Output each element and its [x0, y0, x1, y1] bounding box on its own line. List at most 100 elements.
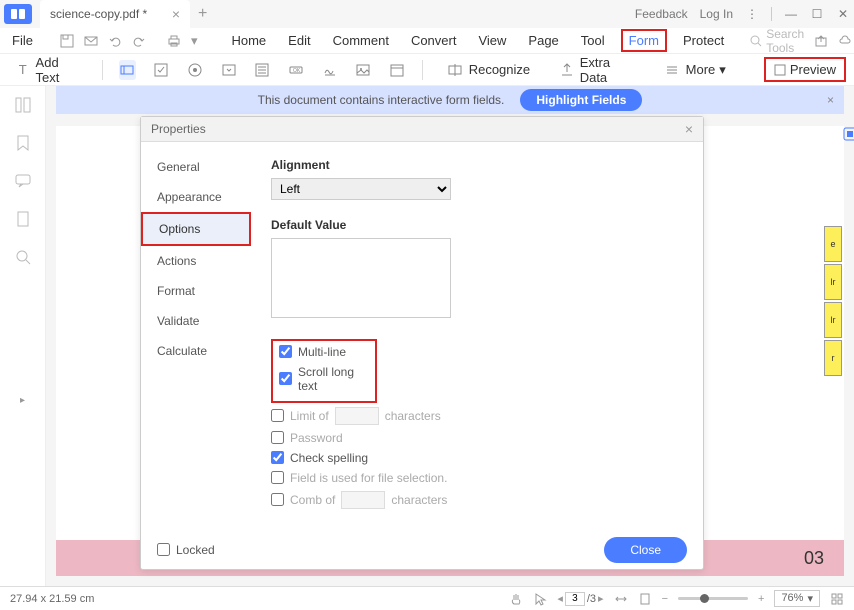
save-icon[interactable]: [59, 33, 75, 49]
limit-of-input[interactable]: [335, 407, 379, 425]
banner-close-icon[interactable]: ×: [827, 93, 834, 107]
expand-rail-icon[interactable]: ▸: [20, 395, 25, 406]
nav-appearance[interactable]: Appearance: [141, 182, 251, 212]
scroll-long-checkbox[interactable]: [279, 372, 292, 385]
dropdown-field-icon[interactable]: [220, 60, 238, 80]
nav-validate[interactable]: Validate: [141, 306, 251, 336]
hand-tool-icon[interactable]: [509, 592, 523, 606]
kebab-icon[interactable]: ⋮: [745, 7, 759, 21]
checkbox-field-icon[interactable]: [152, 60, 170, 80]
default-value-textarea[interactable]: [271, 238, 451, 318]
comment-icon[interactable]: [14, 172, 32, 190]
feedback-link[interactable]: Feedback: [635, 7, 688, 21]
locked-checkbox[interactable]: [157, 543, 170, 556]
menu-page[interactable]: Page: [522, 31, 564, 50]
highlight-fields-button[interactable]: Highlight Fields: [520, 89, 642, 111]
menu-protect[interactable]: Protect: [677, 31, 730, 50]
document-tab[interactable]: science-copy.pdf * ×: [40, 0, 190, 28]
check-spelling-checkbox[interactable]: [271, 451, 284, 464]
search-tools[interactable]: Search Tools: [750, 27, 804, 55]
menu-view[interactable]: View: [472, 31, 512, 50]
preview-button[interactable]: Preview: [764, 57, 846, 82]
mail-icon[interactable]: [83, 33, 99, 49]
zoom-thumb[interactable]: [700, 594, 709, 603]
password-check[interactable]: Password: [271, 431, 683, 445]
close-window-icon[interactable]: ✕: [836, 7, 850, 21]
scroll-long-check[interactable]: Scroll long text: [279, 365, 369, 393]
menu-form[interactable]: Form: [621, 29, 667, 52]
page-input[interactable]: [565, 592, 585, 606]
date-field-icon[interactable]: [388, 60, 406, 80]
field-file-check[interactable]: Field is used for file selection.: [271, 471, 683, 485]
undo-icon[interactable]: [107, 33, 123, 49]
button-field-icon[interactable]: OK: [287, 60, 305, 80]
prev-page-icon[interactable]: ◂: [557, 592, 563, 605]
dialog-close-icon[interactable]: ×: [685, 121, 693, 137]
share-icon[interactable]: [814, 33, 828, 49]
locked-check[interactable]: Locked: [157, 543, 215, 557]
zoom-in-icon[interactable]: +: [758, 593, 764, 605]
zoom-slider[interactable]: [678, 597, 748, 600]
close-button[interactable]: Close: [604, 537, 687, 563]
recognize-button[interactable]: Recognize: [439, 57, 536, 83]
page-number: 03: [804, 548, 824, 569]
menu-comment[interactable]: Comment: [327, 31, 395, 50]
menu-file[interactable]: File: [6, 33, 39, 48]
menu-home[interactable]: Home: [225, 31, 272, 50]
titlebar: science-copy.pdf * × + Feedback Log In ⋮…: [0, 0, 854, 28]
dropdown-icon[interactable]: ▾: [191, 33, 198, 49]
tab-close-icon[interactable]: ×: [172, 6, 180, 22]
radio-field-icon[interactable]: [186, 60, 204, 80]
search-rail-icon[interactable]: [14, 248, 32, 266]
alignment-select[interactable]: Left: [271, 178, 451, 200]
textfield-icon[interactable]: [119, 60, 137, 80]
form-banner: This document contains interactive form …: [56, 86, 844, 114]
bookmark-icon[interactable]: [14, 134, 32, 152]
minimize-icon[interactable]: —: [784, 7, 798, 21]
listbox-field-icon[interactable]: [253, 60, 271, 80]
cloud-icon[interactable]: [838, 33, 852, 49]
limit-of-check[interactable]: Limit of characters: [271, 407, 683, 425]
menu-edit[interactable]: Edit: [282, 31, 316, 50]
limit-of-checkbox[interactable]: [271, 409, 284, 422]
alignment-label: Alignment: [271, 158, 683, 172]
check-spelling-check[interactable]: Check spelling: [271, 451, 683, 465]
thumbnails-icon[interactable]: [14, 96, 32, 114]
zoom-out-icon[interactable]: −: [662, 593, 668, 605]
fullscreen-icon[interactable]: [830, 592, 844, 606]
comb-of-check[interactable]: Comb of characters: [271, 491, 683, 509]
select-tool-icon[interactable]: [533, 592, 547, 606]
image-field-icon[interactable]: [354, 60, 372, 80]
menu-tool[interactable]: Tool: [575, 31, 611, 50]
dialog-footer: Locked Close: [141, 531, 703, 569]
menu-convert[interactable]: Convert: [405, 31, 463, 50]
more-button[interactable]: More ▾: [656, 57, 732, 83]
multi-line-checkbox[interactable]: [279, 345, 292, 358]
maximize-icon[interactable]: ☐: [810, 7, 824, 21]
nav-options[interactable]: Options: [141, 212, 251, 246]
zoom-combo[interactable]: 76% ▾: [774, 590, 820, 607]
form-indicator-icon[interactable]: [842, 126, 854, 142]
nav-general[interactable]: General: [141, 152, 251, 182]
field-file-checkbox[interactable]: [271, 471, 284, 484]
nav-calculate[interactable]: Calculate: [141, 336, 251, 366]
nav-actions[interactable]: Actions: [141, 246, 251, 276]
new-tab-button[interactable]: +: [198, 5, 207, 23]
comb-of-input[interactable]: [341, 491, 385, 509]
print-icon[interactable]: [167, 33, 181, 49]
multi-line-check[interactable]: Multi-line: [279, 345, 369, 359]
next-page-icon[interactable]: ▸: [598, 592, 604, 605]
nav-format[interactable]: Format: [141, 276, 251, 306]
fit-page-icon[interactable]: [638, 592, 652, 606]
signature-field-icon[interactable]: [321, 60, 339, 80]
password-checkbox[interactable]: [271, 431, 284, 444]
login-link[interactable]: Log In: [700, 7, 733, 21]
comb-of-checkbox[interactable]: [271, 493, 284, 506]
extra-data-button[interactable]: Extra Data: [552, 52, 640, 88]
recognize-icon: [445, 60, 465, 80]
add-text-button[interactable]: T Add Text: [8, 52, 86, 88]
redo-icon[interactable]: [131, 33, 147, 49]
attachment-icon[interactable]: [14, 210, 32, 228]
svg-text:OK: OK: [293, 68, 301, 74]
fit-width-icon[interactable]: [614, 592, 628, 606]
